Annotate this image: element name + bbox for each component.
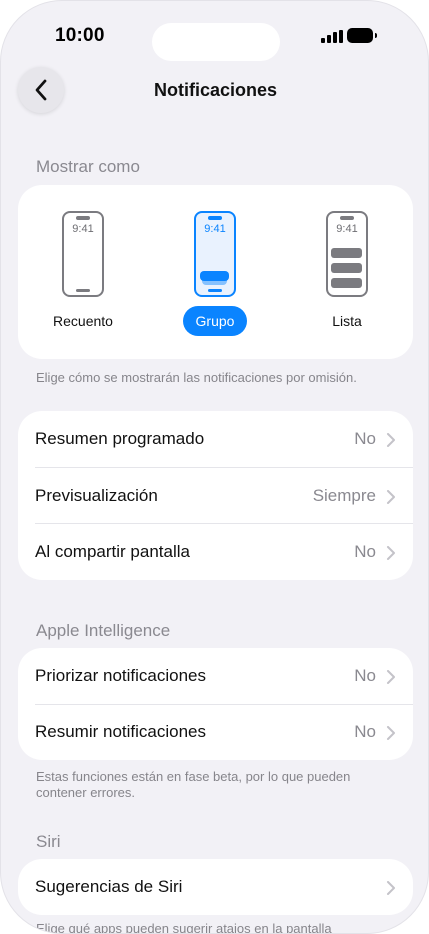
settings-group-siri: Sugerencias de Siri — [18, 859, 413, 915]
chevron-right-icon — [387, 490, 395, 504]
chevron-right-icon — [387, 433, 395, 447]
row-preview[interactable]: Previsualización Siempre — [18, 468, 413, 524]
cellular-signal-icon — [321, 30, 343, 43]
row-scheduled-summary[interactable]: Resumen programado No — [18, 411, 413, 467]
battery-icon — [347, 28, 377, 43]
row-siri-suggestions[interactable]: Sugerencias de Siri — [18, 859, 413, 915]
row-screen-sharing[interactable]: Al compartir pantalla No — [18, 524, 413, 580]
display-style-card: 9:41 Recuento 9:41 Grupo 9:41 Lista — [18, 185, 413, 359]
row-summarize-notifications[interactable]: Resumir notificaciones No — [18, 704, 413, 760]
option-label-count: Recuento — [53, 313, 113, 329]
row-prioritize-notifications[interactable]: Priorizar notificaciones No — [18, 648, 413, 704]
option-label-stack: Grupo — [182, 306, 248, 336]
chevron-right-icon — [387, 881, 395, 895]
siri-footnote: Elige qué apps pueden sugerir atajos en … — [36, 921, 332, 934]
ai-footnote: Estas funciones están en fase beta, por … — [36, 769, 351, 800]
dynamic-island — [152, 23, 280, 61]
phone-screen: 10:00 Notificaciones Mostrar como 9:41 R… — [0, 0, 429, 934]
status-time: 10:00 — [55, 25, 105, 46]
section-header-display: Mostrar como — [36, 157, 140, 176]
section-header-apple-intelligence: Apple Intelligence — [36, 621, 171, 640]
phone-count-icon: 9:41 — [62, 211, 104, 297]
section-header-siri: Siri — [36, 832, 61, 851]
phone-stack-icon: 9:41 — [194, 211, 236, 297]
settings-group-ai: Priorizar notificaciones No Resumir noti… — [18, 648, 413, 760]
display-option-count[interactable]: 9:41 Recuento — [28, 185, 138, 360]
display-option-list[interactable]: 9:41 Lista — [292, 185, 402, 360]
page-title: Notificaciones — [153, 80, 278, 100]
settings-group-general: Resumen programado No Previsualización S… — [18, 411, 413, 580]
display-footnote: Elige cómo se mostrarán las notificacion… — [36, 370, 357, 385]
option-label-list: Lista — [332, 313, 362, 329]
display-option-stack[interactable]: 9:41 Grupo — [160, 185, 270, 360]
chevron-right-icon — [387, 670, 395, 684]
phone-list-icon: 9:41 — [326, 211, 368, 297]
chevron-right-icon — [387, 726, 395, 740]
chevron-right-icon — [387, 546, 395, 560]
